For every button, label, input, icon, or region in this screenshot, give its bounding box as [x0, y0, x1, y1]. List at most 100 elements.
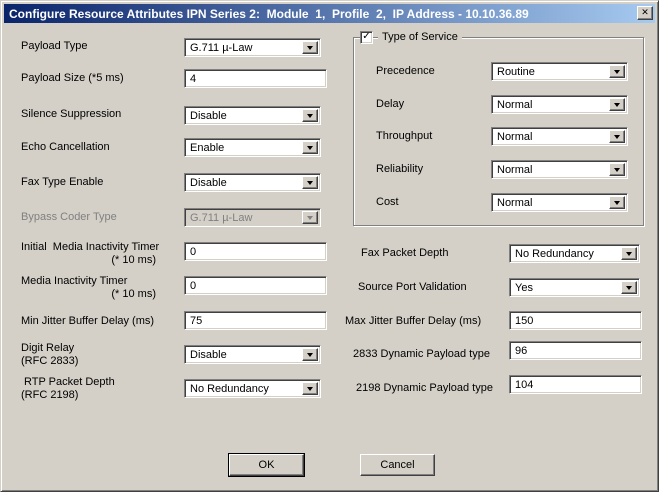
- media-inactivity-timer-label: Media Inactivity Timer: [21, 275, 127, 288]
- bypass-coder-type-select: G.711 µ-Law: [184, 208, 321, 227]
- payload-size-label: Payload Size (*5 ms): [21, 72, 124, 85]
- initial-media-inactivity-timer-input[interactable]: [184, 242, 327, 261]
- rtp-packet-depth-rfc: (RFC 2198): [21, 389, 78, 402]
- precedence-value: Routine: [497, 66, 535, 78]
- dropdown-arrow-icon[interactable]: [302, 348, 318, 361]
- precedence-label: Precedence: [376, 65, 435, 78]
- cancel-button-label: Cancel: [380, 459, 414, 471]
- delay-label: Delay: [376, 98, 404, 111]
- digit-relay-label: Digit Relay: [21, 342, 74, 355]
- source-port-validation-label: Source Port Validation: [358, 281, 467, 294]
- dynamic-payload-2833-label: 2833 Dynamic Payload type: [353, 348, 490, 361]
- dropdown-arrow-icon[interactable]: [302, 382, 318, 395]
- dropdown-arrow-icon[interactable]: [609, 130, 625, 143]
- throughput-label: Throughput: [376, 130, 432, 143]
- ok-button[interactable]: OK: [229, 454, 304, 476]
- down-triangle-icon: [307, 146, 313, 150]
- dropdown-arrow-icon[interactable]: [302, 141, 318, 154]
- down-triangle-icon: [307, 216, 313, 220]
- fax-type-enable-label: Fax Type Enable: [21, 176, 103, 189]
- down-triangle-icon: [307, 114, 313, 118]
- initial-media-inactivity-timer-units: (* 10 ms): [21, 254, 156, 267]
- dynamic-payload-2198-input[interactable]: [509, 375, 642, 394]
- rtp-packet-depth-select[interactable]: No Redundancy: [184, 379, 321, 398]
- down-triangle-icon: [307, 387, 313, 391]
- check-icon: ✓: [362, 32, 370, 42]
- fax-packet-depth-label: Fax Packet Depth: [361, 247, 448, 260]
- payload-size-input[interactable]: [184, 69, 327, 88]
- source-port-validation-select[interactable]: Yes: [509, 278, 640, 297]
- fax-packet-depth-value: No Redundancy: [515, 248, 594, 260]
- echo-cancellation-value: Enable: [190, 142, 224, 154]
- type-of-service-checkbox[interactable]: ✓: [360, 31, 373, 44]
- close-button[interactable]: ✕: [637, 6, 653, 20]
- fax-packet-depth-select[interactable]: No Redundancy: [509, 244, 640, 263]
- min-jitter-buffer-delay-input[interactable]: [184, 311, 327, 330]
- payload-type-value: G.711 µ-Law: [190, 42, 252, 54]
- bypass-coder-type-label: Bypass Coder Type: [21, 211, 117, 224]
- rtp-packet-depth-value: No Redundancy: [190, 383, 269, 395]
- dropdown-arrow-icon[interactable]: [609, 163, 625, 176]
- initial-media-inactivity-timer-label: Initial Media Inactivity Timer: [21, 241, 159, 254]
- min-jitter-buffer-delay-label: Min Jitter Buffer Delay (ms): [21, 315, 154, 328]
- fax-type-enable-value: Disable: [190, 177, 227, 189]
- reliability-value: Normal: [497, 164, 532, 176]
- configure-resource-attributes-dialog: Configure Resource Attributes IPN Series…: [0, 0, 659, 492]
- cost-select[interactable]: Normal: [491, 193, 628, 212]
- media-inactivity-timer-units: (* 10 ms): [21, 288, 156, 301]
- silence-suppression-select[interactable]: Disable: [184, 106, 321, 125]
- digit-relay-value: Disable: [190, 349, 227, 361]
- payload-type-select[interactable]: G.711 µ-Law: [184, 38, 321, 57]
- down-triangle-icon: [614, 70, 620, 74]
- payload-type-label: Payload Type: [21, 40, 87, 53]
- delay-select[interactable]: Normal: [491, 95, 628, 114]
- ok-button-label: OK: [259, 459, 275, 471]
- down-triangle-icon: [307, 46, 313, 50]
- max-jitter-buffer-delay-input[interactable]: [509, 311, 642, 330]
- cost-value: Normal: [497, 197, 532, 209]
- echo-cancellation-label: Echo Cancellation: [21, 141, 110, 154]
- window-title: Configure Resource Attributes IPN Series…: [9, 7, 529, 21]
- down-triangle-icon: [307, 181, 313, 185]
- digit-relay-select[interactable]: Disable: [184, 345, 321, 364]
- dropdown-arrow-icon[interactable]: [609, 98, 625, 111]
- down-triangle-icon: [614, 103, 620, 107]
- down-triangle-icon: [614, 135, 620, 139]
- bypass-coder-type-value: G.711 µ-Law: [190, 212, 252, 224]
- silence-suppression-label: Silence Suppression: [21, 108, 121, 121]
- close-icon: ✕: [641, 9, 649, 18]
- dropdown-arrow-icon: [302, 211, 318, 224]
- delay-value: Normal: [497, 99, 532, 111]
- digit-relay-rfc: (RFC 2833): [21, 355, 78, 368]
- dropdown-arrow-icon[interactable]: [621, 247, 637, 260]
- fax-type-enable-select[interactable]: Disable: [184, 173, 321, 192]
- max-jitter-buffer-delay-label: Max Jitter Buffer Delay (ms): [345, 315, 481, 328]
- dynamic-payload-2833-input[interactable]: [509, 341, 642, 360]
- down-triangle-icon: [614, 168, 620, 172]
- silence-suppression-value: Disable: [190, 110, 227, 122]
- throughput-value: Normal: [497, 131, 532, 143]
- source-port-validation-value: Yes: [515, 282, 533, 294]
- down-triangle-icon: [626, 286, 632, 290]
- dynamic-payload-2198-label: 2198 Dynamic Payload type: [356, 382, 493, 395]
- dropdown-arrow-icon[interactable]: [302, 109, 318, 122]
- dropdown-arrow-icon[interactable]: [302, 41, 318, 54]
- dropdown-arrow-icon[interactable]: [302, 176, 318, 189]
- down-triangle-icon: [307, 353, 313, 357]
- dropdown-arrow-icon[interactable]: [609, 196, 625, 209]
- throughput-select[interactable]: Normal: [491, 127, 628, 146]
- dropdown-arrow-icon[interactable]: [609, 65, 625, 78]
- echo-cancellation-select[interactable]: Enable: [184, 138, 321, 157]
- down-triangle-icon: [614, 201, 620, 205]
- dropdown-arrow-icon[interactable]: [621, 281, 637, 294]
- cancel-button[interactable]: Cancel: [360, 454, 435, 476]
- cost-label: Cost: [376, 196, 399, 209]
- reliability-label: Reliability: [376, 163, 423, 176]
- media-inactivity-timer-input[interactable]: [184, 276, 327, 295]
- precedence-select[interactable]: Routine: [491, 62, 628, 81]
- type-of-service-group-label: Type of Service: [378, 31, 462, 43]
- rtp-packet-depth-label: RTP Packet Depth: [24, 376, 115, 389]
- title-bar[interactable]: Configure Resource Attributes IPN Series…: [4, 4, 655, 23]
- reliability-select[interactable]: Normal: [491, 160, 628, 179]
- down-triangle-icon: [626, 252, 632, 256]
